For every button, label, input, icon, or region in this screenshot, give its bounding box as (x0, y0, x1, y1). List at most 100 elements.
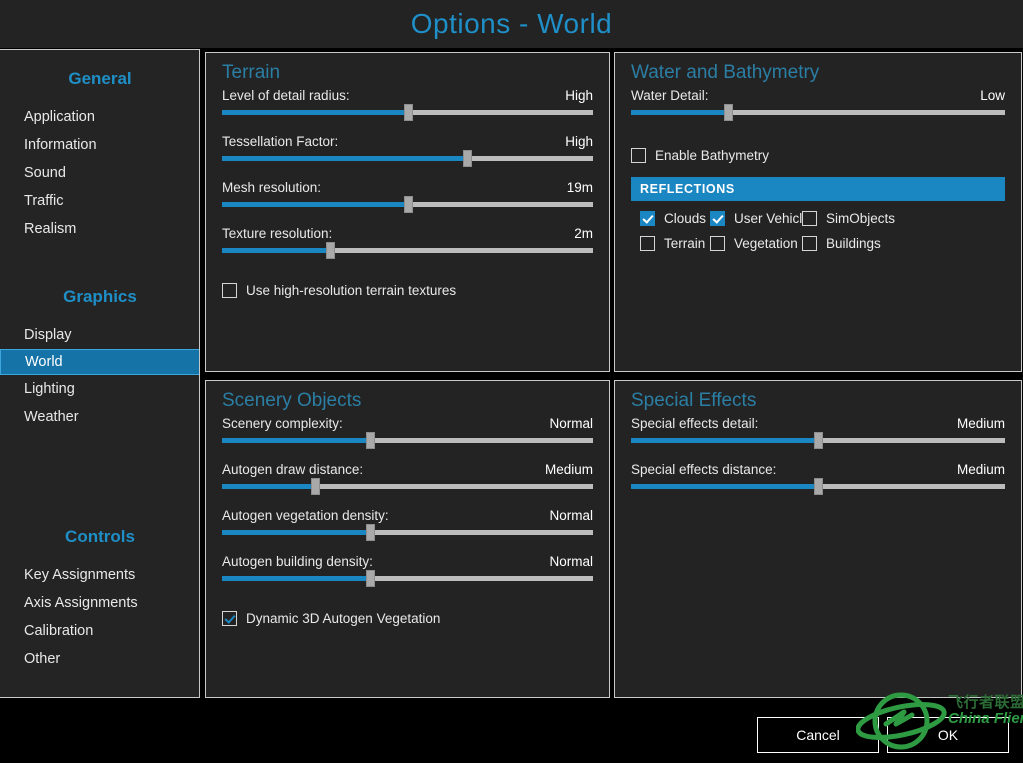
checkbox-box-icon[interactable] (710, 236, 725, 251)
checkbox-box-icon[interactable] (640, 236, 655, 251)
slider-label: Special effects detail: (631, 416, 758, 431)
sidebar-item-lighting[interactable]: Lighting (0, 375, 200, 403)
checkbox-label: Dynamic 3D Autogen Vegetation (246, 611, 440, 626)
slider-special-effects-detail[interactable]: Special effects detail:Medium (631, 416, 1005, 456)
sidebar-item-label: Axis Assignments (24, 595, 138, 611)
checkbox-label: Terrain (664, 236, 705, 251)
slider-fill (222, 530, 370, 535)
sidebar-item-world[interactable]: World (0, 349, 200, 375)
checkbox-box-icon[interactable] (802, 211, 817, 226)
checkbox-box-icon[interactable] (640, 211, 655, 226)
slider-autogen-building-density[interactable]: Autogen building density:Normal (222, 554, 593, 594)
checkbox-label: Use high-resolution terrain textures (246, 283, 456, 298)
sidebar-item-label: World (25, 354, 63, 370)
slider-track[interactable] (631, 484, 1005, 489)
title-bar: Options - World (0, 0, 1023, 48)
slider-fill (631, 484, 818, 489)
sidebar-item-label: Other (24, 651, 60, 667)
slider-tessellation-factor[interactable]: Tessellation Factor:High (222, 134, 593, 174)
slider-mesh-resolution[interactable]: Mesh resolution:19m (222, 180, 593, 220)
slider-thumb[interactable] (404, 104, 413, 121)
slider-thumb[interactable] (463, 150, 472, 167)
sidebar-item-weather[interactable]: Weather (0, 403, 200, 431)
slider-label: Scenery complexity: (222, 416, 343, 431)
slider-texture-resolution[interactable]: Texture resolution:2m (222, 226, 593, 266)
slider-track[interactable] (222, 156, 593, 161)
slider-spacer (222, 253, 593, 266)
slider-track[interactable] (222, 202, 593, 207)
slider-thumb[interactable] (366, 432, 375, 449)
checkbox-dynamic-3d-autogen-vegetation[interactable]: Dynamic 3D Autogen Vegetation (222, 611, 593, 626)
sidebar-item-display[interactable]: Display (0, 321, 200, 349)
slider-label-row: Special effects detail:Medium (631, 416, 1005, 431)
sidebar-item-axis-assignments[interactable]: Axis Assignments (0, 589, 200, 617)
slider-spacer (222, 443, 593, 456)
slider-track[interactable] (222, 248, 593, 253)
slider-track[interactable] (631, 110, 1005, 115)
sidebar-item-calibration[interactable]: Calibration (0, 617, 200, 645)
page-title: Options - World (411, 10, 613, 38)
sidebar-item-other[interactable]: Other (0, 645, 200, 673)
sidebar-navigation: GeneralApplicationInformationSoundTraffi… (0, 49, 200, 698)
sidebar-item-application[interactable]: Application (0, 103, 200, 131)
sidebar-item-label: Sound (24, 165, 66, 181)
slider-track[interactable] (222, 110, 593, 115)
slider-fill (222, 484, 315, 489)
slider-track[interactable] (222, 576, 593, 581)
slider-scenery-complexity[interactable]: Scenery complexity:Normal (222, 416, 593, 456)
checkbox-enable-bathymetry[interactable]: Enable Bathymetry (631, 148, 1005, 163)
slider-water-detail[interactable]: Water Detail:Low (631, 88, 1005, 128)
sidebar-item-label: Traffic (24, 193, 63, 209)
checkbox-box-icon[interactable] (222, 611, 237, 626)
slider-autogen-draw-distance[interactable]: Autogen draw distance:Medium (222, 462, 593, 502)
slider-label: Mesh resolution: (222, 180, 321, 195)
checkbox-reflection-clouds[interactable]: Clouds (640, 211, 710, 226)
slider-label-row: Tessellation Factor:High (222, 134, 593, 149)
ok-button[interactable]: OK (887, 717, 1009, 753)
checkbox-box-icon[interactable] (222, 283, 237, 298)
checkbox-label: Clouds (664, 211, 706, 226)
checkbox-box-icon[interactable] (710, 211, 725, 226)
sidebar-item-sound[interactable]: Sound (0, 159, 200, 187)
slider-fill (222, 110, 408, 115)
panel-terrain: Terrain Level of detail radius:HighTesse… (205, 52, 610, 372)
slider-track[interactable] (222, 484, 593, 489)
slider-label-row: Mesh resolution:19m (222, 180, 593, 195)
slider-label-row: Special effects distance:Medium (631, 462, 1005, 477)
slider-label: Autogen vegetation density: (222, 508, 389, 523)
cancel-button[interactable]: Cancel (757, 717, 879, 753)
reflections-row: Clouds User VehicleSimObjects (631, 211, 1005, 226)
slider-track[interactable] (222, 530, 593, 535)
checkbox-reflection-user-vehicle[interactable]: User Vehicle (710, 211, 802, 226)
sidebar-item-realism[interactable]: Realism (0, 215, 200, 243)
slider-thumb[interactable] (814, 432, 823, 449)
slider-label: Autogen building density: (222, 554, 373, 569)
slider-autogen-vegetation-density[interactable]: Autogen vegetation density:Normal (222, 508, 593, 548)
slider-thumb[interactable] (366, 524, 375, 541)
slider-track[interactable] (631, 438, 1005, 443)
reflections-checkbox-grid: Clouds User VehicleSimObjects Terrain Veget… (631, 211, 1005, 251)
checkbox-reflection-terrain[interactable]: Terrain (640, 236, 710, 251)
slider-thumb[interactable] (724, 104, 733, 121)
checkbox-reflection-vegetation[interactable]: Vegetation (710, 236, 802, 251)
checkbox-box-icon[interactable] (631, 148, 646, 163)
slider-track[interactable] (222, 438, 593, 443)
slider-thumb[interactable] (404, 196, 413, 213)
slider-thumb[interactable] (814, 478, 823, 495)
sidebar-item-traffic[interactable]: Traffic (0, 187, 200, 215)
checkbox-use-high-resolution-terrain-textures[interactable]: Use high-resolution terrain textures (222, 283, 593, 298)
checkbox-reflection-simobjects[interactable]: SimObjects (802, 211, 922, 226)
slider-label-row: Level of detail radius:High (222, 88, 593, 103)
slider-thumb[interactable] (326, 242, 335, 259)
checkbox-reflection-buildings[interactable]: Buildings (802, 236, 922, 251)
slider-thumb[interactable] (311, 478, 320, 495)
checkbox-box-icon[interactable] (802, 236, 817, 251)
slider-thumb[interactable] (366, 570, 375, 587)
slider-level-of-detail-radius[interactable]: Level of detail radius:High (222, 88, 593, 128)
slider-value: Medium (957, 462, 1005, 477)
slider-spacer (222, 535, 593, 548)
slider-label-row: Autogen draw distance:Medium (222, 462, 593, 477)
sidebar-item-information[interactable]: Information (0, 131, 200, 159)
sidebar-item-key-assignments[interactable]: Key Assignments (0, 561, 200, 589)
slider-special-effects-distance[interactable]: Special effects distance:Medium (631, 462, 1005, 502)
